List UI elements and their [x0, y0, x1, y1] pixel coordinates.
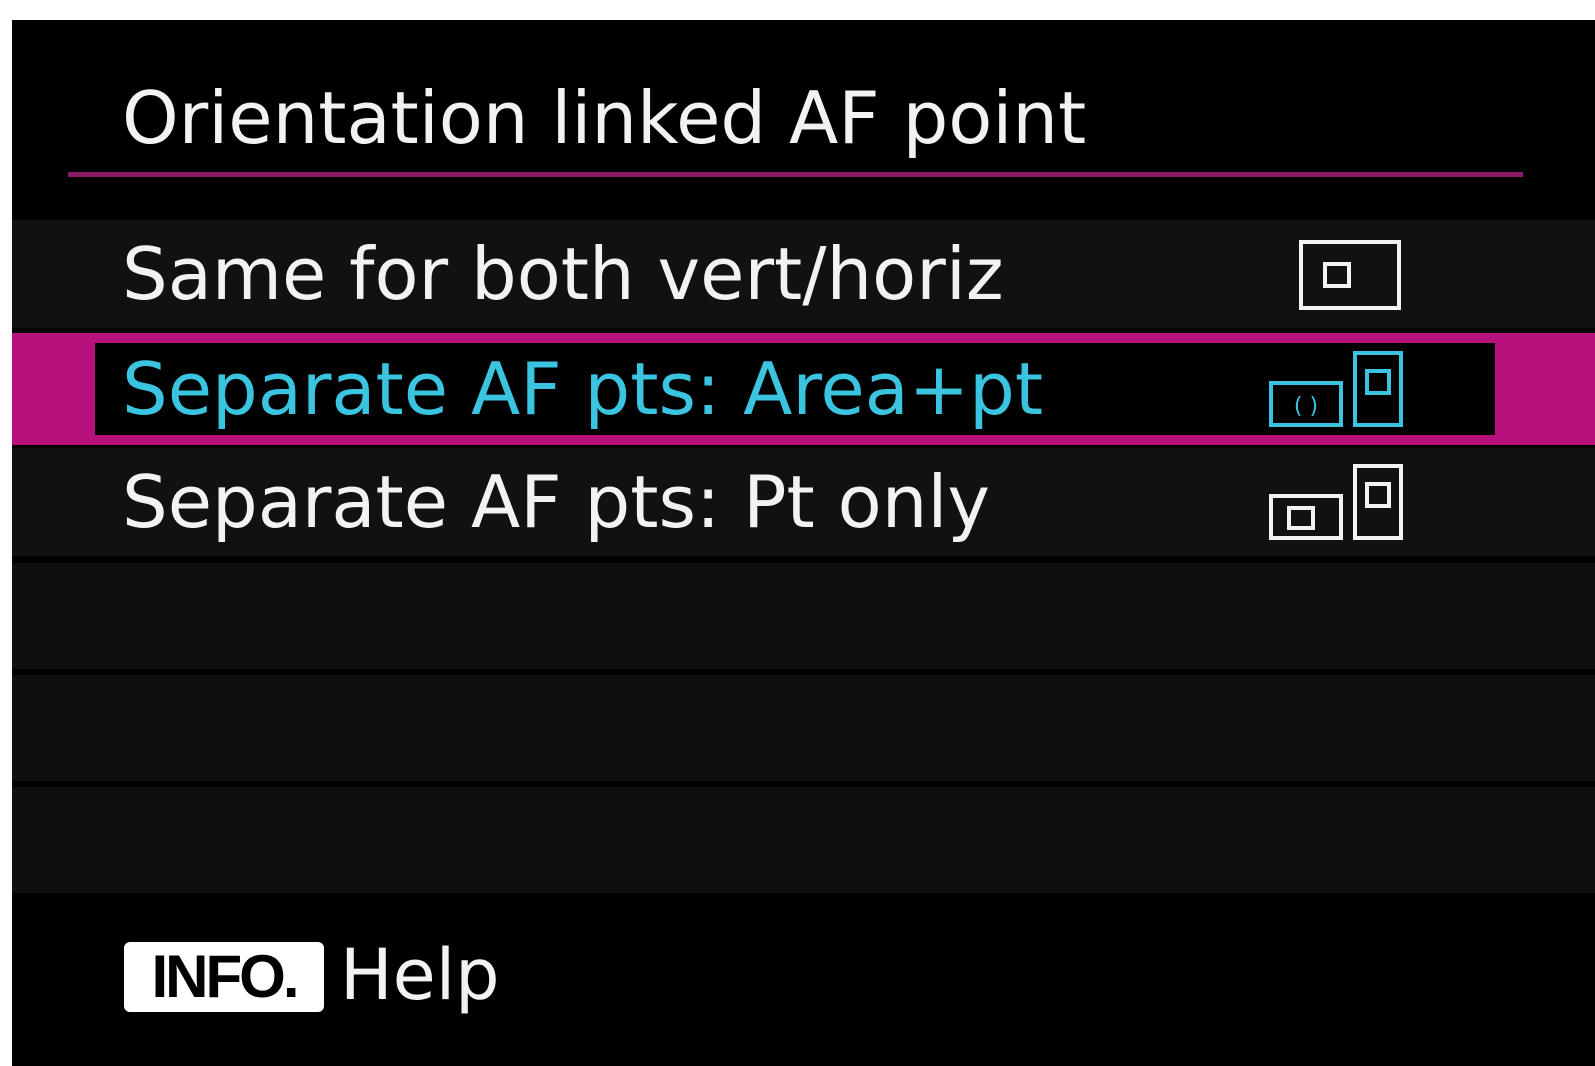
option-label: Separate AF pts: Pt only — [122, 460, 990, 544]
info-button[interactable]: INFO. — [124, 942, 324, 1012]
svg-text:( ): ( ) — [1294, 394, 1318, 419]
option-same-for-both[interactable]: Same for both vert/horiz — [12, 220, 1595, 328]
empty-row — [12, 675, 1595, 781]
help-label: Help — [340, 934, 500, 1016]
title-divider — [68, 172, 1523, 177]
camera-menu-screen: Orientation linked AF point Same for bot… — [12, 20, 1595, 1066]
single-af-point-icon — [1299, 240, 1401, 310]
option-label: Separate AF pts: Area+pt — [122, 347, 1044, 431]
option-label: Same for both vert/horiz — [122, 232, 1004, 316]
page-title: Orientation linked AF point — [122, 76, 1087, 160]
separate-point-only-icon — [1269, 464, 1403, 540]
separate-area-and-point-icon: ( ) — [1269, 351, 1403, 427]
option-separate-pt-only[interactable]: Separate AF pts: Pt only — [12, 448, 1595, 556]
empty-row — [12, 563, 1595, 669]
option-separate-area-pt[interactable]: Separate AF pts: Area+pt ( ) — [12, 333, 1595, 445]
empty-row — [12, 787, 1595, 893]
